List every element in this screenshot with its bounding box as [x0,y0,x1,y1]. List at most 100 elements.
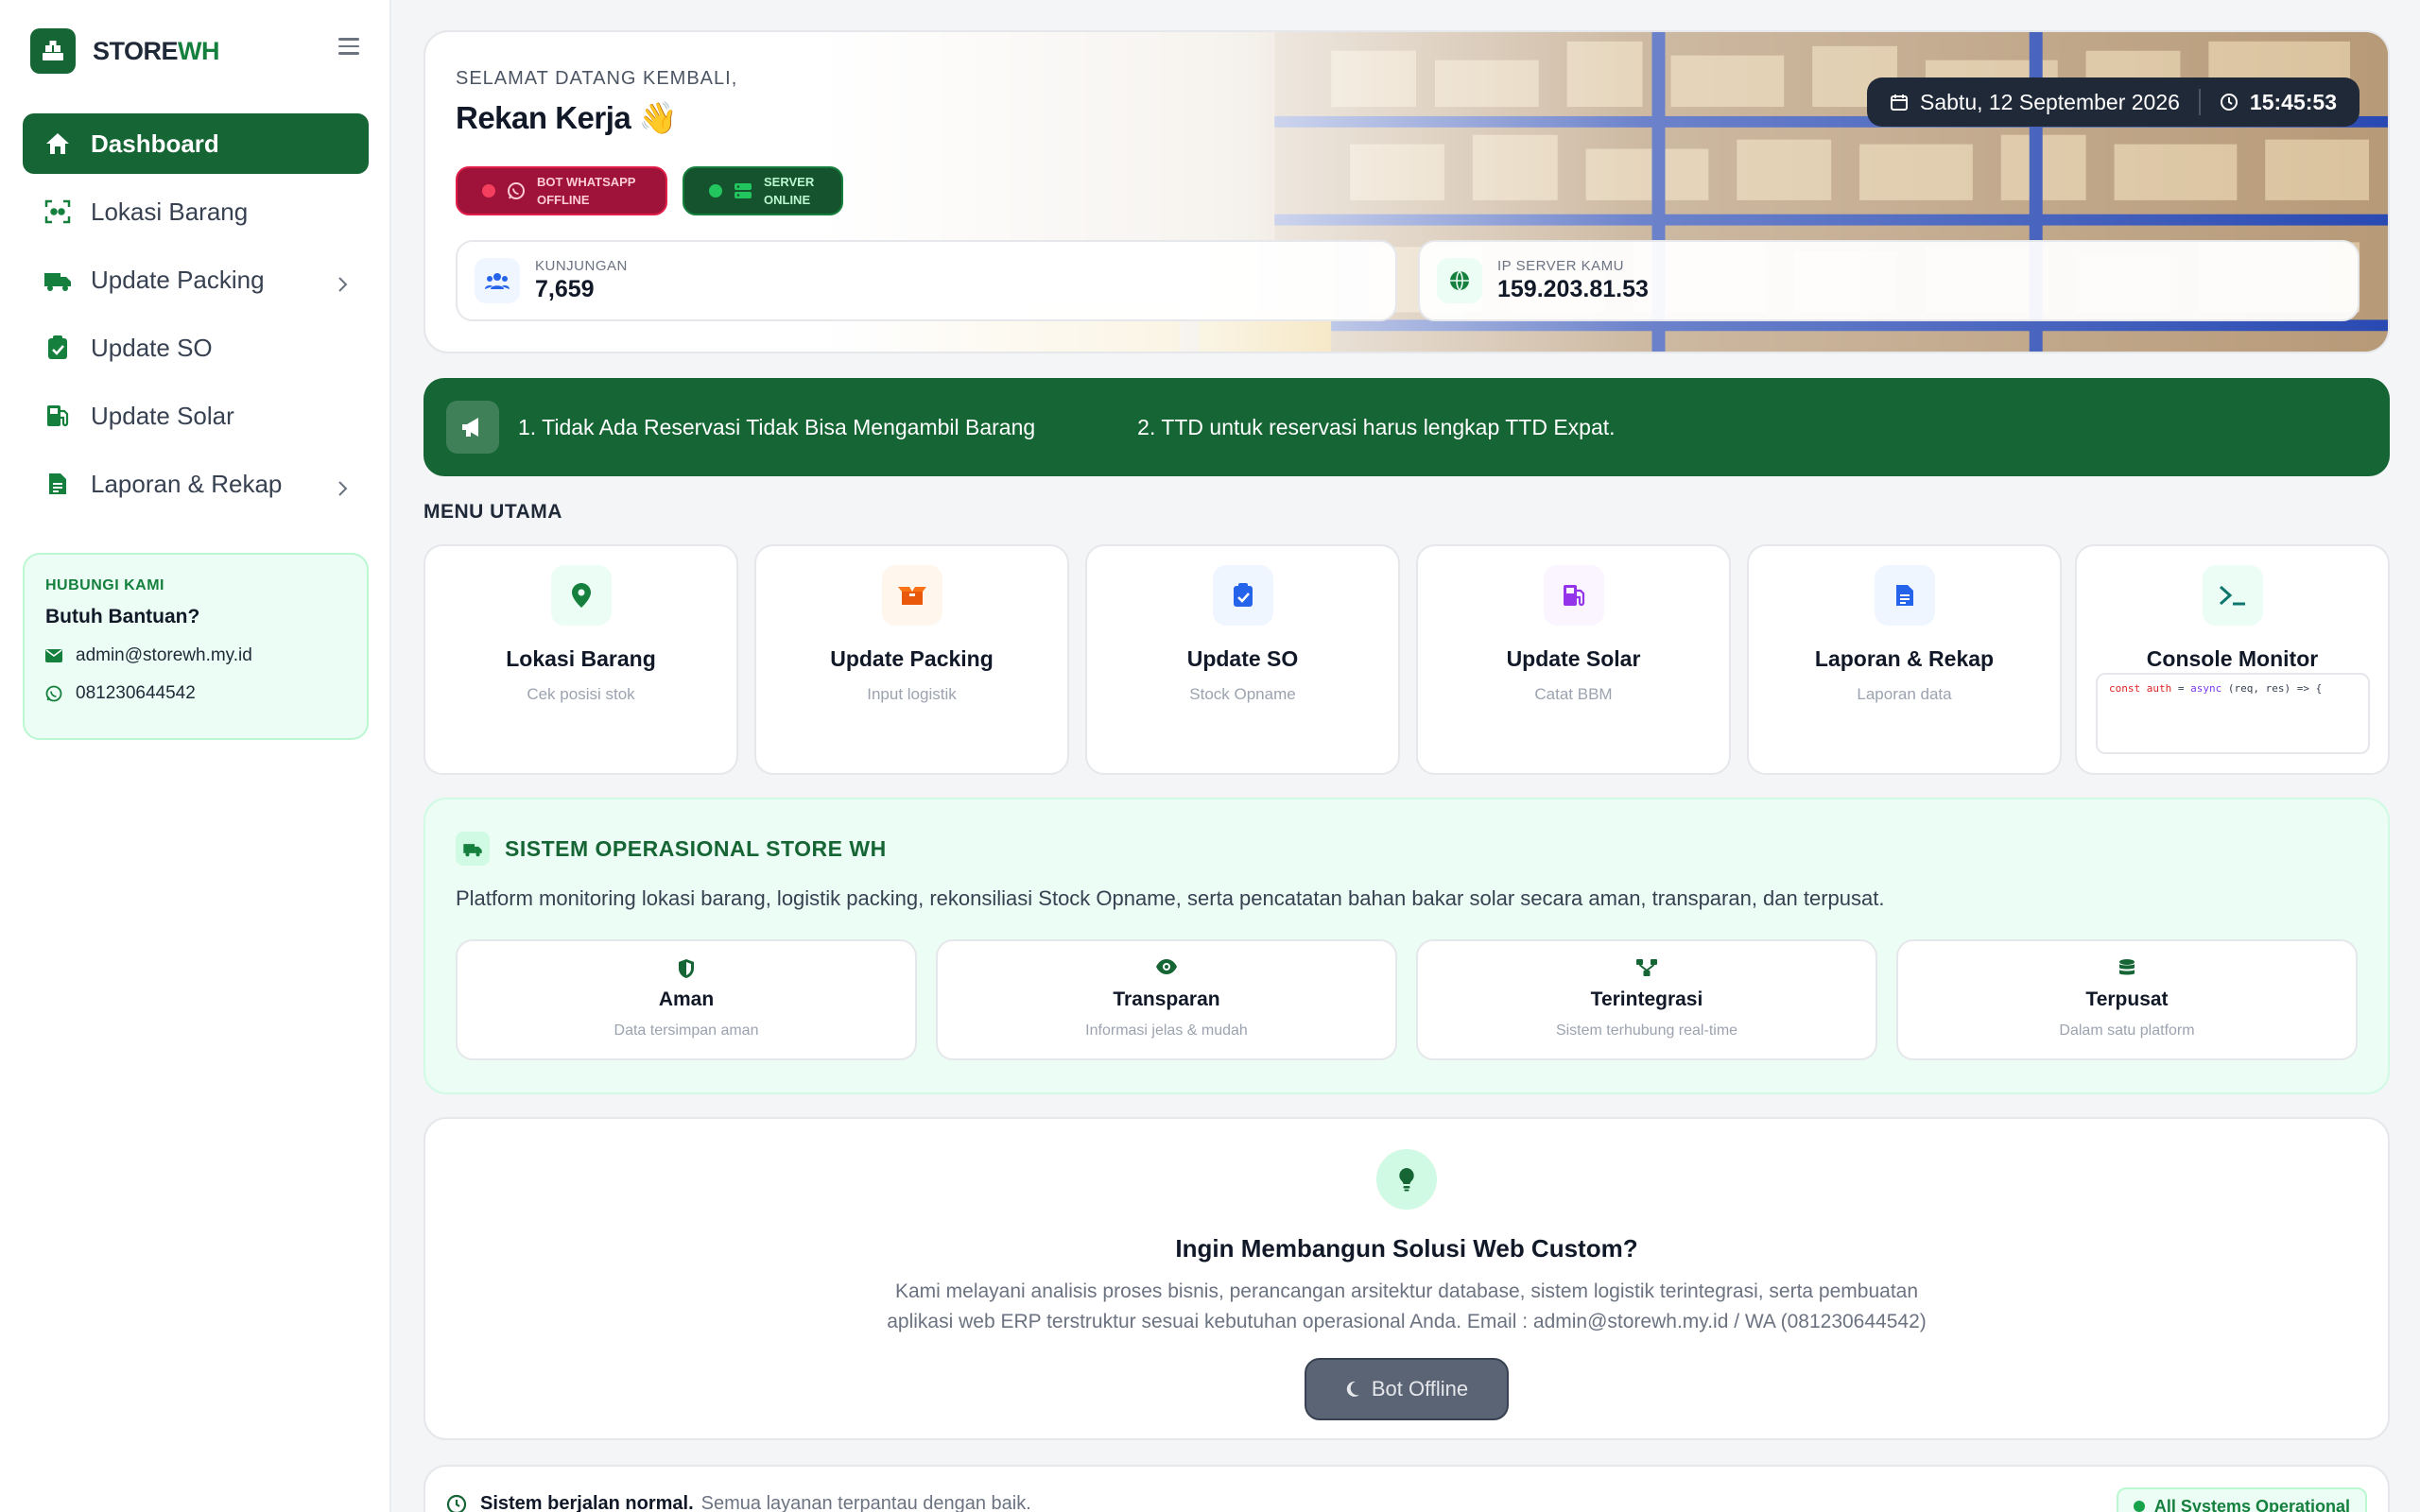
database-icon [2116,958,2138,981]
chevron-right-icon [337,270,348,300]
status-dot [2133,1501,2145,1512]
feature-card-aman: Aman Data tersimpan aman [456,939,917,1060]
gas-pump-icon [1543,565,1604,626]
sidebar-item-dashboard[interactable]: Dashboard [23,113,369,174]
menu-grid: Lokasi Barang Cek posisi stok Update Pac… [424,544,2390,775]
menu-card-subtitle: Catat BBM [1534,685,1613,703]
moon-icon [1346,1381,1359,1397]
clock-icon [2220,94,2238,111]
envelope-icon [45,649,62,662]
sidebar-item-label: Laporan & Rekap [91,469,283,498]
hero-subtitle: SELAMAT DATANG KEMBALI, [456,68,738,89]
terminal-icon [2202,565,2263,626]
menu-card-update-packing[interactable]: Update Packing Input logistik [754,544,1069,775]
menu-card-lokasi-barang[interactable]: Lokasi Barang Cek posisi stok [424,544,738,775]
menu-card-title: Console Monitor [2146,646,2319,671]
contact-card: HUBUNGI KAMI Butuh Bantuan? admin@storew… [23,553,369,740]
clock-icon [446,1494,467,1512]
sidebar-item-laporan-rekap[interactable]: Laporan & Rekap [23,454,369,514]
current-time: 15:45:53 [2249,89,2337,114]
system-info-section: SISTEM OPERASIONAL STORE WH Platform mon… [424,798,2390,1094]
map-pin-icon [550,565,612,626]
feature-card-transparan: Transparan Informasi jelas & mudah [936,939,1397,1060]
visits-label: KUNJUNGAN [535,258,628,274]
lightbulb-icon [1376,1149,1437,1210]
system-title: SISTEM OPERASIONAL STORE WH [505,835,887,861]
current-date: Sabtu, 12 September 2026 [1920,89,2180,114]
server-status-text: SERVER ONLINE [764,175,815,207]
system-description: Platform monitoring lokasi barang, logis… [456,886,1885,910]
menu-card-title: Laporan & Rekap [1814,646,1995,671]
contact-label: HUBUNGI KAMI [45,577,164,593]
contact-email-row[interactable]: admin@storewh.my.id [45,645,346,666]
sidebar-item-update-solar[interactable]: Update Solar [23,386,369,446]
brand-name: STOREWH [93,36,220,65]
feature-subtitle: Data tersimpan aman [614,1022,759,1039]
sidebar-item-update-so[interactable]: Update SO [23,318,369,378]
users-icon [475,258,520,303]
menu-card-update-so[interactable]: Update SO Stock Opname [1085,544,1400,775]
menu-card-title: Update Packing [830,646,994,671]
menu-card-subtitle: Laporan data [1857,685,1952,703]
systems-operational-badge: All Systems Operational [2116,1487,2367,1512]
status-dot [709,184,722,198]
feature-subtitle: Sistem terhubung real-time [1555,1022,1738,1039]
home-icon [43,129,72,158]
sidebar-item-label: Update Solar [91,401,234,430]
menu-card-subtitle: Input logistik [867,685,957,703]
feature-title: Aman [658,988,715,1010]
menu-card-title: Update Solar [1506,646,1641,671]
network-icon [1635,958,1658,981]
truck-icon [456,832,490,866]
warehouse-logo-icon [30,28,76,74]
system-header: SISTEM OPERASIONAL STORE WH [456,832,887,866]
status-dot [482,184,495,198]
brand[interactable]: STOREWH [30,28,220,74]
feature-card-terintegrasi: Terintegrasi Sistem terhubung real-time [1416,939,1877,1060]
feature-card-terpusat: Terpusat Dalam satu platform [1896,939,2358,1060]
status-message: Sistem berjalan normal. Semua layanan te… [446,1493,1031,1512]
whatsapp-icon [45,685,62,702]
menu-toggle-icon[interactable] [338,38,359,55]
truck-icon [43,266,72,294]
contact-phone-row[interactable]: 081230644542 [45,683,346,704]
feature-title: Terpusat [2085,988,2169,1010]
calendar-icon [1891,94,1908,111]
ip-value: 159.203.81.53 [1497,276,1649,302]
box-open-icon [881,565,942,626]
server-status-badge[interactable]: SERVER ONLINE [683,166,843,215]
console-preview: const auth = async (req, res) => { [2096,673,2370,754]
feature-subtitle: Informasi jelas & mudah [1085,1022,1248,1039]
sidebar-item-label: Dashboard [91,129,219,158]
sidebar-item-update-packing[interactable]: Update Packing [23,249,369,310]
custom-solution-card: Ingin Membangun Solusi Web Custom? Kami … [424,1117,2390,1440]
menu-card-laporan-rekap[interactable]: Laporan & Rekap Laporan data [1747,544,2062,775]
announcement-1: 1. Tidak Ada Reservasi Tidak Bisa Mengam… [518,414,1036,439]
ip-label: IP SERVER KAMU [1497,258,1624,274]
menu-card-subtitle: Stock Opname [1189,685,1296,703]
status-bar: Sistem berjalan normal. Semua layanan te… [424,1465,2390,1512]
feature-subtitle: Dalam satu platform [2059,1022,2195,1039]
bot-offline-button[interactable]: Bot Offline [1305,1358,1509,1420]
sidebar: STOREWH Dashboard Lokasi Barang Update P… [0,0,391,1512]
scan-icon [43,198,72,226]
announcement-2: 2. TTD untuk reservasi harus lengkap TTD… [1137,414,1616,439]
visits-value: 7,659 [535,276,595,302]
file-lines-icon [1874,565,1935,626]
server-icon [735,183,752,198]
bot-status-badge[interactable]: BOT WHATSAPP OFFLINE [456,166,667,215]
sidebar-item-label: Update SO [91,333,213,362]
status-bold: Sistem berjalan normal. [480,1493,694,1512]
menu-card-update-solar[interactable]: Update Solar Catat BBM [1416,544,1731,775]
sidebar-item-lokasi-barang[interactable]: Lokasi Barang [23,181,369,242]
globe-icon [1437,258,1482,303]
feature-title: Terintegrasi [1590,988,1703,1010]
custom-title: Ingin Membangun Solusi Web Custom? [1175,1234,1638,1263]
menu-card-console-monitor[interactable]: Console Monitor const auth = async (req,… [2075,544,2390,775]
status-muted: Semua layanan terpantau dengan baik. [700,1493,1031,1512]
datetime-box: Sabtu, 12 September 2026 15:45:53 [1867,77,2360,127]
menu-card-title: Update SO [1186,646,1299,671]
bot-status-text: BOT WHATSAPP OFFLINE [537,175,636,207]
visits-card: KUNJUNGAN 7,659 [456,240,1397,321]
menu-card-title: Lokasi Barang [506,646,656,671]
